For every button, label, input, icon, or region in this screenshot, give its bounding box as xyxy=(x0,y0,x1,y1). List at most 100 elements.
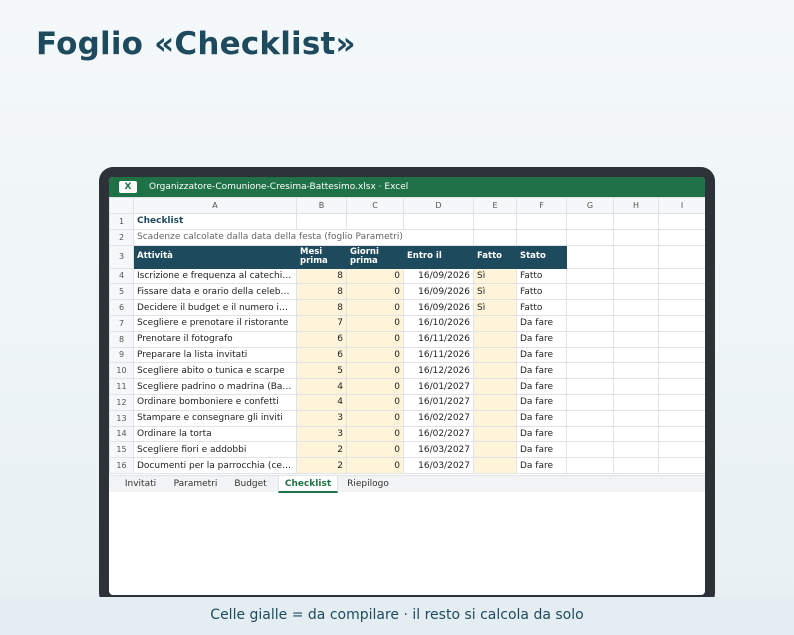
column-header-f[interactable]: F xyxy=(516,197,567,214)
cell-months-before[interactable]: 2 xyxy=(296,457,347,474)
column-header-d[interactable]: D xyxy=(403,197,474,214)
cell-months-before[interactable]: 6 xyxy=(296,346,347,364)
cell-activity[interactable]: Fissare data e orario della celebrazione xyxy=(133,283,297,301)
cell-months-before[interactable]: 4 xyxy=(296,378,347,395)
cell[interactable] xyxy=(473,228,517,246)
cell[interactable] xyxy=(658,330,705,348)
cell[interactable] xyxy=(658,299,705,316)
cell[interactable] xyxy=(473,213,517,230)
cell[interactable] xyxy=(658,213,705,230)
cell-months-before[interactable]: 6 xyxy=(296,330,347,348)
select-all-corner[interactable] xyxy=(109,197,134,214)
header-due-by[interactable]: Entro il xyxy=(403,244,474,269)
cell-status[interactable]: Da fare xyxy=(516,393,567,411)
cell-activity[interactable]: Stampare e consegnare gli inviti xyxy=(133,409,297,427)
cell-months-before[interactable]: 8 xyxy=(296,283,347,301)
row-number[interactable]: 15 xyxy=(109,441,134,459)
cell-due-by[interactable]: 16/03/2027 xyxy=(403,441,474,459)
row-number[interactable]: 10 xyxy=(109,362,134,380)
cell[interactable] xyxy=(613,283,659,301)
row-number[interactable]: 5 xyxy=(109,283,134,301)
cell[interactable] xyxy=(658,393,705,411)
cell-months-before[interactable]: 3 xyxy=(296,425,347,443)
cell-done[interactable] xyxy=(473,441,517,459)
cell-days-before[interactable]: 0 xyxy=(346,378,404,395)
sheet-subtitle-cell[interactable]: Scadenze calcolate dalla data della fest… xyxy=(133,228,474,246)
cell-done[interactable] xyxy=(473,425,517,443)
cell[interactable] xyxy=(613,378,659,395)
cell-status[interactable]: Fatto xyxy=(516,299,567,316)
cell-days-before[interactable]: 0 xyxy=(346,346,404,364)
cell[interactable] xyxy=(613,362,659,380)
cell-days-before[interactable]: 0 xyxy=(346,299,404,316)
cell-days-before[interactable]: 0 xyxy=(346,362,404,380)
cell-done[interactable] xyxy=(473,330,517,348)
cell[interactable] xyxy=(658,409,705,427)
column-header-a[interactable]: A xyxy=(133,197,297,214)
cell-activity[interactable]: Scegliere e prenotare il ristorante xyxy=(133,314,297,332)
tab-riepilogo[interactable]: Riepilogo xyxy=(338,476,398,493)
sheet-title-cell[interactable]: Checklist xyxy=(133,213,297,230)
row-number[interactable]: 1 xyxy=(109,213,134,230)
cell-activity[interactable]: Decidere il budget e il numero invitati xyxy=(133,299,297,316)
cell[interactable] xyxy=(658,267,705,285)
cell[interactable] xyxy=(658,228,705,246)
cell-status[interactable]: Da fare xyxy=(516,314,567,332)
cell[interactable] xyxy=(566,244,614,269)
row-number[interactable]: 13 xyxy=(109,409,134,427)
cell[interactable] xyxy=(613,393,659,411)
cell-activity[interactable]: Ordinare bomboniere e confetti xyxy=(133,393,297,411)
cell-days-before[interactable]: 0 xyxy=(346,267,404,285)
cell-activity[interactable]: Iscrizione e frequenza al catechismo xyxy=(133,267,297,285)
cell[interactable] xyxy=(613,330,659,348)
header-status[interactable]: Stato xyxy=(516,244,567,269)
cell[interactable] xyxy=(566,213,614,230)
cell[interactable] xyxy=(658,362,705,380)
cell-status[interactable]: Da fare xyxy=(516,425,567,443)
cell-months-before[interactable]: 7 xyxy=(296,314,347,332)
cell-done[interactable] xyxy=(473,346,517,364)
cell[interactable] xyxy=(566,314,614,332)
cell-months-before[interactable]: 8 xyxy=(296,267,347,285)
cell[interactable] xyxy=(613,228,659,246)
column-header-i[interactable]: I xyxy=(658,197,705,214)
row-number[interactable]: 8 xyxy=(109,330,134,348)
cell-activity[interactable]: Documenti per la parrocchia (certificati… xyxy=(133,457,297,474)
cell-status[interactable]: Da fare xyxy=(516,346,567,364)
cell[interactable] xyxy=(613,457,659,474)
cell-days-before[interactable]: 0 xyxy=(346,457,404,474)
cell-status[interactable]: Da fare xyxy=(516,330,567,348)
cell[interactable] xyxy=(613,314,659,332)
cell[interactable] xyxy=(613,299,659,316)
cell[interactable] xyxy=(566,457,614,474)
cell[interactable] xyxy=(658,283,705,301)
cell-done[interactable]: Sì xyxy=(473,267,517,285)
cell[interactable] xyxy=(566,299,614,316)
cell[interactable] xyxy=(613,244,659,269)
cell-days-before[interactable]: 0 xyxy=(346,409,404,427)
cell[interactable] xyxy=(566,228,614,246)
cell[interactable] xyxy=(613,409,659,427)
row-number[interactable]: 11 xyxy=(109,378,134,395)
tab-budget[interactable]: Budget xyxy=(223,476,278,493)
cell-due-by[interactable]: 16/10/2026 xyxy=(403,314,474,332)
column-header-b[interactable]: B xyxy=(296,197,347,214)
cell-activity[interactable]: Prenotare il fotografo xyxy=(133,330,297,348)
cell-done[interactable] xyxy=(473,409,517,427)
cell[interactable] xyxy=(658,314,705,332)
row-number[interactable]: 3 xyxy=(109,244,134,269)
cell-status[interactable]: Da fare xyxy=(516,362,567,380)
cell[interactable] xyxy=(566,393,614,411)
row-number[interactable]: 4 xyxy=(109,267,134,285)
cell-status[interactable]: Da fare xyxy=(516,409,567,427)
cell-days-before[interactable]: 0 xyxy=(346,330,404,348)
cell-status[interactable]: Da fare xyxy=(516,441,567,459)
cell-due-by[interactable]: 16/09/2026 xyxy=(403,283,474,301)
cell-months-before[interactable]: 5 xyxy=(296,362,347,380)
cell[interactable] xyxy=(516,213,567,230)
cell[interactable] xyxy=(658,244,705,269)
cell-due-by[interactable]: 16/01/2027 xyxy=(403,378,474,395)
row-number[interactable]: 16 xyxy=(109,457,134,474)
cell-due-by[interactable]: 16/12/2026 xyxy=(403,362,474,380)
cell-done[interactable] xyxy=(473,457,517,474)
